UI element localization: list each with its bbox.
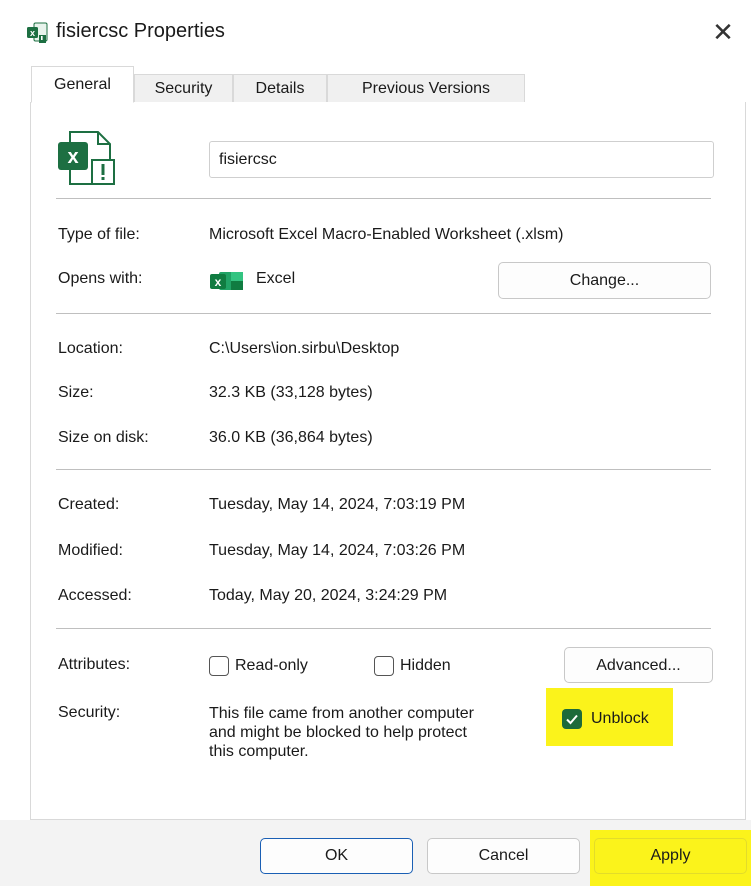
divider: [56, 198, 711, 199]
security-label: Security:: [58, 704, 121, 721]
accessed-value: Today, May 20, 2024, 3:24:29 PM: [209, 587, 448, 604]
location-label: Location:: [58, 340, 123, 357]
hidden-label[interactable]: Hidden: [400, 657, 451, 675]
opens-with-value: Excel: [256, 270, 296, 287]
type-of-file-value: Microsoft Excel Macro-Enabled Worksheet …: [209, 226, 564, 243]
read-only-checkbox[interactable]: [209, 656, 229, 676]
change-button[interactable]: Change...: [498, 262, 711, 299]
file-name-field[interactable]: [209, 141, 714, 178]
type-of-file-label: Type of file:: [58, 226, 140, 243]
excel-file-blocked-icon: x: [56, 130, 120, 186]
window-title: fisiercsc Properties: [56, 20, 225, 42]
created-label: Created:: [58, 496, 120, 513]
security-message-line: This file came from another computer: [209, 705, 474, 722]
cancel-button[interactable]: Cancel: [427, 838, 580, 874]
excel-app-icon: x: [209, 270, 245, 292]
unblock-checkbox[interactable]: [562, 709, 582, 729]
tab-previous-versions[interactable]: Previous Versions: [327, 74, 525, 103]
divider: [56, 469, 711, 470]
location-value: C:\Users\ion.sirbu\Desktop: [209, 340, 400, 357]
svg-text:x: x: [67, 146, 78, 168]
security-message: This file came from another computer and…: [209, 704, 474, 761]
opens-with-label: Opens with:: [58, 270, 143, 287]
size-on-disk-label: Size on disk:: [58, 429, 149, 446]
security-message-line: this computer.: [209, 743, 309, 760]
svg-text:x: x: [30, 28, 35, 38]
unblock-label[interactable]: Unblock: [591, 710, 649, 728]
tab-details[interactable]: Details: [233, 74, 327, 103]
attributes-label: Attributes:: [58, 656, 131, 673]
apply-button[interactable]: Apply: [594, 838, 747, 874]
svg-text:x: x: [215, 275, 222, 289]
tab-general[interactable]: General: [31, 66, 134, 103]
accessed-label: Accessed:: [58, 587, 132, 604]
divider: [56, 628, 711, 629]
security-message-line: and might be blocked to help protect: [209, 724, 467, 741]
close-button[interactable]: ✕: [705, 14, 741, 50]
divider: [56, 313, 711, 314]
created-value: Tuesday, May 14, 2024, 7:03:19 PM: [209, 496, 466, 513]
size-label: Size:: [58, 384, 94, 401]
tab-security[interactable]: Security: [134, 74, 233, 103]
modified-label: Modified:: [58, 542, 123, 559]
advanced-button[interactable]: Advanced...: [564, 647, 713, 683]
excel-file-icon: x: [26, 22, 48, 44]
modified-value: Tuesday, May 14, 2024, 7:03:26 PM: [209, 542, 466, 559]
ok-button[interactable]: OK: [260, 838, 413, 874]
title-bar: x fisiercsc Properties ✕: [0, 0, 751, 64]
size-on-disk-value: 36.0 KB (36,864 bytes): [209, 429, 373, 446]
checkmark-icon: [566, 714, 578, 725]
size-value: 32.3 KB (33,128 bytes): [209, 384, 373, 401]
hidden-checkbox[interactable]: [374, 656, 394, 676]
read-only-label[interactable]: Read-only: [235, 657, 308, 675]
